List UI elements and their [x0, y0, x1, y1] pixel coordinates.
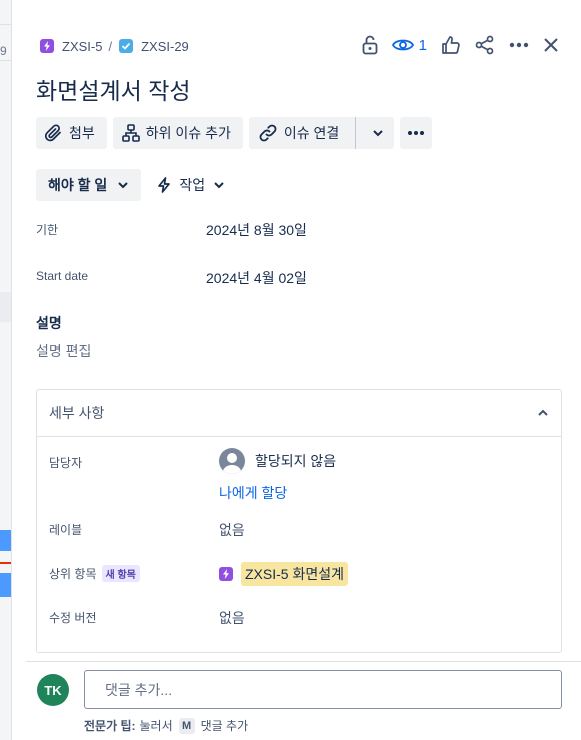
description-edit[interactable]: 설명 편집: [36, 341, 91, 361]
breadcrumb: ZXSI-5 / ZXSI-29: [40, 36, 189, 56]
more-icon: [408, 131, 425, 135]
background-selected-row: [0, 573, 11, 597]
start-date-value[interactable]: 2024년 4월 02일: [206, 268, 307, 288]
add-child-issue-button[interactable]: 하위 이슈 추가: [112, 117, 243, 149]
parent-label: 상위 항목: [49, 567, 97, 581]
chevron-up-icon: [538, 409, 548, 416]
start-date-label: Start date: [36, 269, 89, 283]
breadcrumb-current[interactable]: ZXSI-29: [119, 39, 189, 54]
unassigned-avatar-icon: [219, 448, 245, 474]
task-checkbox-icon: [119, 39, 134, 53]
issue-title[interactable]: 화면설계서 작성: [36, 72, 191, 106]
tip-pre: 눌러서: [139, 719, 173, 733]
status-dropdown[interactable]: 해야 할 일: [36, 169, 142, 201]
background-issue-list: 9: [0, 0, 12, 740]
fix-version-label: 수정 버전: [49, 611, 97, 625]
tip-post: 댓글 추가: [200, 719, 249, 733]
attach-button[interactable]: 첨부: [36, 117, 107, 149]
tip-bold: 전문가 팁:: [84, 719, 136, 733]
breadcrumb-parent[interactable]: ZXSI-5: [40, 39, 102, 54]
split-divider: [355, 117, 357, 149]
lock-open-icon[interactable]: [362, 32, 378, 58]
parent-value[interactable]: ZXSI-5 화면설계: [219, 562, 348, 586]
breadcrumb-current-key: ZXSI-29: [141, 38, 189, 54]
watch-button[interactable]: 1: [391, 32, 427, 58]
header-actions: 1: [348, 32, 559, 58]
background-row: [0, 292, 11, 322]
details-title: 세부 사항: [49, 405, 105, 421]
epic-icon: [219, 567, 233, 581]
breadcrumb-separator: /: [108, 38, 113, 54]
more-icon[interactable]: [509, 32, 529, 58]
due-date-value[interactable]: 2024년 8월 30일: [206, 220, 307, 240]
eye-icon: [391, 39, 414, 51]
assignee-text: 할당되지 않음: [255, 453, 337, 469]
watch-count: 1: [418, 36, 427, 54]
chevron-down-icon: [118, 182, 129, 189]
link-issue-label: 이슈 연결: [283, 125, 340, 141]
hierarchy-icon: [121, 124, 140, 142]
comment-divider: [26, 661, 581, 662]
new-badge: 새 항목: [101, 565, 140, 582]
shortcut-key: M: [178, 717, 195, 734]
details-section: 세부 사항 담당자 할당되지 않음 나에게 할당 레이블 없음 상위 항목 새 …: [36, 389, 562, 653]
pro-tip: 전문가 팁: 눌러서 M 댓글 추가: [84, 717, 248, 734]
assignee-value[interactable]: 할당되지 않음: [219, 448, 336, 474]
add-child-label: 하위 이슈 추가: [145, 125, 231, 141]
background-row-line: [0, 24, 11, 25]
breadcrumb-parent-key: ZXSI-5: [62, 38, 103, 54]
parent-label-row: 상위 항목 새 항목: [49, 565, 140, 582]
labels-value[interactable]: 없음: [219, 520, 245, 540]
background-selected-row: [0, 530, 11, 551]
details-header[interactable]: 세부 사항: [37, 390, 561, 437]
status-label: 해야 할 일: [48, 177, 108, 193]
lightning-icon: [158, 177, 171, 193]
status-row: 해야 할 일 작업: [36, 169, 231, 201]
background-text-fragment: 9: [0, 44, 7, 58]
avatar: TK: [37, 674, 69, 706]
link-issue-button[interactable]: 이슈 연결: [248, 117, 395, 149]
labels-label: 레이블: [49, 523, 83, 537]
epic-icon: [40, 39, 54, 53]
thumbs-up-icon[interactable]: [441, 32, 461, 58]
close-icon[interactable]: [543, 32, 559, 58]
work-button[interactable]: 작업: [151, 169, 231, 201]
description-label: 설명: [36, 315, 62, 331]
paperclip-icon: [45, 124, 61, 142]
assignee-label: 담당자: [49, 456, 83, 470]
share-icon[interactable]: [475, 32, 495, 58]
comment-input[interactable]: 댓글 추가...: [84, 670, 562, 709]
due-date-label: 기한: [36, 223, 59, 237]
toolbar-more-button[interactable]: [400, 117, 433, 149]
assign-to-me-link[interactable]: 나에게 할당: [219, 483, 287, 503]
issue-detail-panel: ZXSI-5 / ZXSI-29 1 화면설계서 작성 첨부 하위 이슈 추가 …: [13, 0, 581, 740]
fix-version-value[interactable]: 없음: [219, 608, 245, 628]
chevron-down-icon: [214, 182, 224, 189]
issue-toolbar: 첨부 하위 이슈 추가 이슈 연결: [36, 117, 433, 149]
work-label: 작업: [179, 177, 206, 193]
background-today-line: [0, 562, 11, 564]
attach-label: 첨부: [69, 125, 95, 141]
background-row-line: [0, 60, 11, 61]
chevron-down-icon[interactable]: [362, 117, 394, 149]
parent-text: ZXSI-5 화면설계: [241, 562, 348, 586]
link-icon: [259, 124, 277, 142]
